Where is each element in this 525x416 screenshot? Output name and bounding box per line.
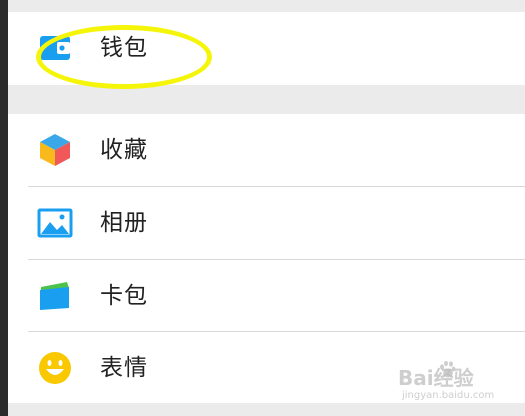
smiley-icon xyxy=(37,350,73,386)
left-window-edge xyxy=(0,0,8,416)
menu-item-favorites-label: 收藏 xyxy=(100,137,148,163)
baidu-jingyan-watermark: Bai经验 jingyan.baidu.com xyxy=(398,360,518,410)
menu-item-cards-label: 卡包 xyxy=(100,283,148,309)
wallet-group: 钱包 xyxy=(8,12,525,89)
watermark-logo-text: Bai经验 xyxy=(398,366,474,390)
menu-item-album[interactable]: 相册 xyxy=(8,187,525,259)
top-spacer xyxy=(8,0,525,12)
menu-item-favorites[interactable]: 收藏 xyxy=(8,114,525,186)
picture-icon xyxy=(37,205,73,241)
menu-item-cards[interactable]: 卡包 xyxy=(8,260,525,332)
highlight-ellipse-annotation xyxy=(36,25,212,89)
menu-item-album-label: 相册 xyxy=(100,210,148,236)
watermark-url: jingyan.baidu.com xyxy=(402,390,495,401)
cube-icon xyxy=(37,132,73,168)
paw-icon xyxy=(438,360,456,380)
menu-item-stickers-label: 表情 xyxy=(100,355,148,381)
card-holder-icon xyxy=(37,278,73,314)
